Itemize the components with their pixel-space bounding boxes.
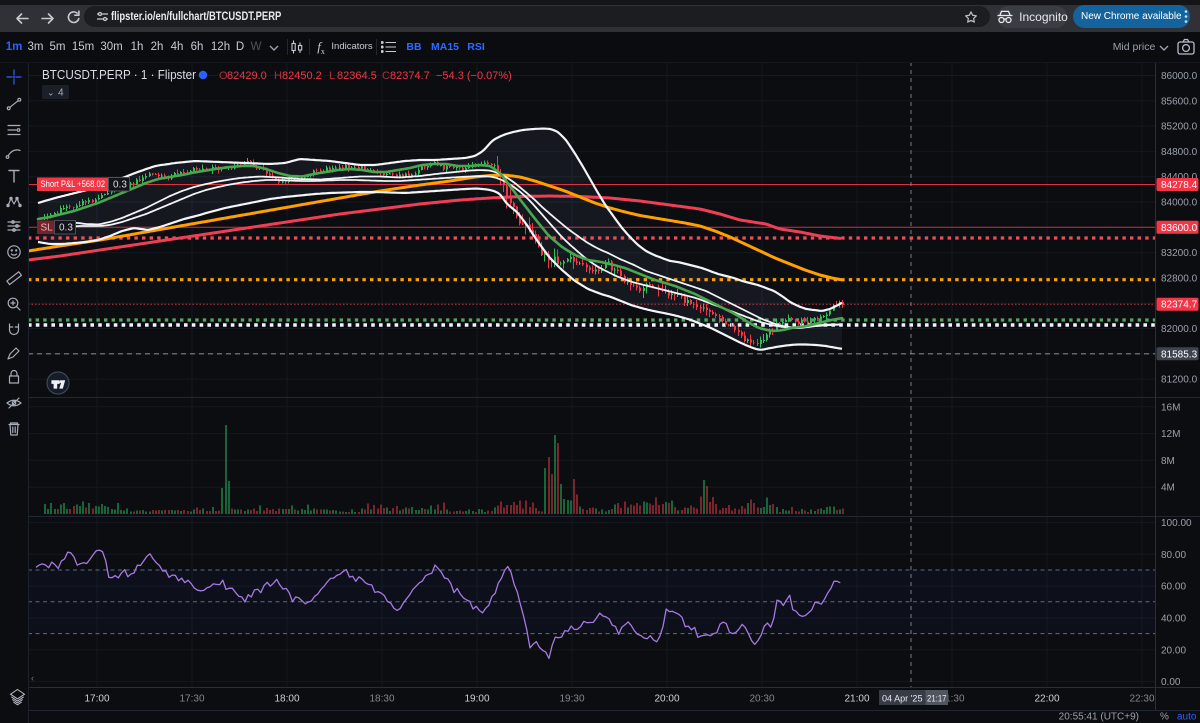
svg-text:20.00: 20.00 <box>1161 645 1186 656</box>
svg-text:80.00: 80.00 <box>1161 550 1186 561</box>
svg-text:21:00: 21:00 <box>844 694 869 705</box>
svg-text:84000.0: 84000.0 <box>1161 198 1198 209</box>
svg-text:20:30: 20:30 <box>749 694 774 705</box>
svg-text:17:30: 17:30 <box>179 694 204 705</box>
svg-text:20:55:41 (UTC+9): 20:55:41 (UTC+9) <box>1059 712 1139 723</box>
svg-text:20:00: 20:00 <box>654 694 679 705</box>
svg-text:4M: 4M <box>1161 483 1175 494</box>
svg-text:85600.0: 85600.0 <box>1161 96 1198 107</box>
svg-text:0.00: 0.00 <box>1161 677 1181 688</box>
svg-text:82800.0: 82800.0 <box>1161 273 1198 284</box>
svg-text:16M: 16M <box>1161 402 1180 413</box>
svg-text:L: L <box>329 70 335 82</box>
svg-text:40.00: 40.00 <box>1161 614 1186 625</box>
svg-text:4: 4 <box>58 88 64 99</box>
svg-text:82364.5: 82364.5 <box>337 70 377 82</box>
svg-text:21:17: 21:17 <box>927 694 947 705</box>
svg-text:C: C <box>382 70 390 82</box>
svg-text:‹: ‹ <box>31 673 34 683</box>
svg-text:04 Apr '25: 04 Apr '25 <box>882 694 923 705</box>
svg-text:84278.4: 84278.4 <box>1161 180 1198 191</box>
svg-text:18:30: 18:30 <box>369 694 394 705</box>
svg-text:84800.0: 84800.0 <box>1161 147 1198 158</box>
svg-text:SL: SL <box>41 223 54 234</box>
svg-text:83200.0: 83200.0 <box>1161 248 1198 259</box>
svg-text:⌄: ⌄ <box>47 88 55 98</box>
svg-text:17:00: 17:00 <box>84 694 109 705</box>
svg-text:H: H <box>274 70 282 82</box>
svg-text:Short P&L +568.02: Short P&L +568.02 <box>41 179 106 189</box>
svg-text:81585.3: 81585.3 <box>1161 349 1198 360</box>
svg-text:86000.0: 86000.0 <box>1161 71 1198 82</box>
svg-text:18:00: 18:00 <box>274 694 299 705</box>
svg-text:0.3: 0.3 <box>59 223 73 234</box>
svg-text:19:00: 19:00 <box>464 694 489 705</box>
svg-text:100.00: 100.00 <box>1161 518 1192 529</box>
svg-text:%: % <box>1160 712 1169 723</box>
svg-text:82429.0: 82429.0 <box>227 70 267 82</box>
svg-text:82374.7: 82374.7 <box>390 70 430 82</box>
svg-text:85200.0: 85200.0 <box>1161 122 1198 133</box>
svg-text:BTCUSDT.PERP · 1 · Flipster: BTCUSDT.PERP · 1 · Flipster <box>42 68 196 82</box>
svg-text:82374.7: 82374.7 <box>1161 300 1198 311</box>
svg-text:auto: auto <box>1177 712 1197 723</box>
svg-text:12M: 12M <box>1161 429 1180 440</box>
svg-text:60.00: 60.00 <box>1161 582 1186 593</box>
svg-text:19:30: 19:30 <box>559 694 584 705</box>
svg-text:22:30: 22:30 <box>1129 694 1154 705</box>
svg-text:83600.0: 83600.0 <box>1161 223 1198 234</box>
svg-text:81200.0: 81200.0 <box>1161 375 1198 386</box>
svg-text:0.3: 0.3 <box>113 180 127 191</box>
svg-text:82450.2: 82450.2 <box>282 70 322 82</box>
svg-text:8M: 8M <box>1161 456 1175 467</box>
svg-text:−54.3 (−0.07%): −54.3 (−0.07%) <box>436 70 512 82</box>
svg-text:82000.0: 82000.0 <box>1161 324 1198 335</box>
svg-text:22:00: 22:00 <box>1034 694 1059 705</box>
